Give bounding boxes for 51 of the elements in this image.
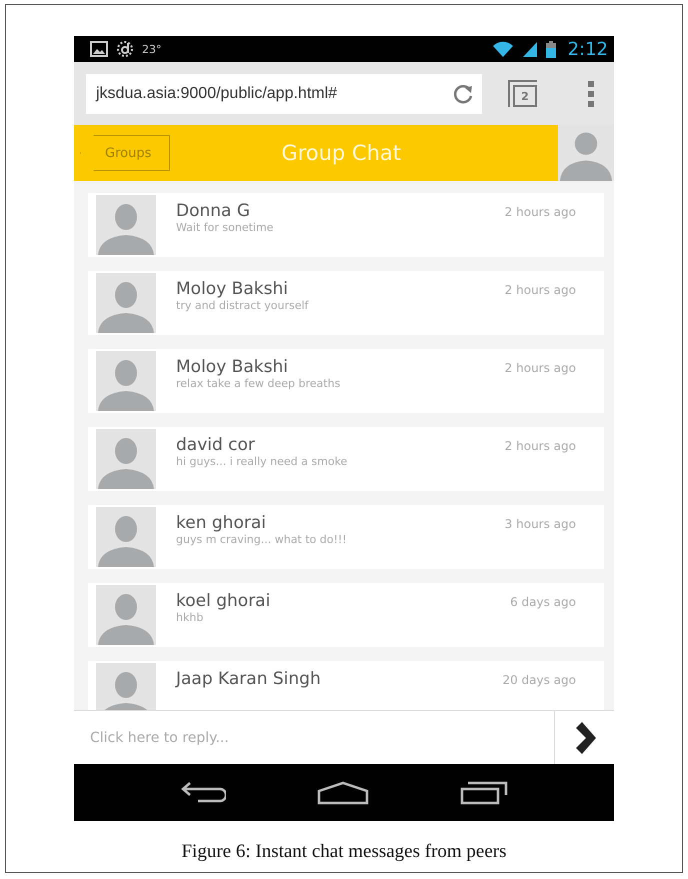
picture-icon <box>90 41 108 57</box>
chat-item[interactable]: Moloy Bakshi relax take a few deep breaths 2 hours ago <box>88 349 604 413</box>
message-time: 2 hours ago <box>504 204 576 219</box>
chat-item[interactable]: Jaap Karan Singh 20 days ago <box>88 661 604 710</box>
sender-name: david cor <box>176 435 256 455</box>
sync-icon <box>116 40 134 58</box>
sender-name: Donna G <box>176 201 252 221</box>
chat-item[interactable]: ken ghorai guys m craving... what to do!!! 3 hours ago <box>88 505 604 569</box>
wifi-icon <box>492 41 514 57</box>
message-text: hkhb <box>176 611 204 624</box>
send-button[interactable] <box>554 711 614 764</box>
reload-icon[interactable] <box>452 82 474 104</box>
header-title: Group Chat <box>280 141 402 165</box>
sender-name: Moloy Bakshi <box>176 357 289 377</box>
message-text: guys m craving... what to do!!! <box>176 533 348 546</box>
chat-item[interactable]: Donna G Wait for sonetime 2 hours ago <box>88 193 604 257</box>
temperature: 23° <box>142 42 162 56</box>
chat-item[interactable]: koel ghorai hkhb 6 days ago <box>88 583 604 647</box>
recents-icon[interactable] <box>460 780 508 804</box>
chat-item[interactable]: Moloy Bakshi try and distract yourself 2 hours ago <box>88 271 604 335</box>
home-icon[interactable] <box>316 780 369 804</box>
menu-icon[interactable] <box>587 80 595 106</box>
avatar-icon <box>96 429 156 489</box>
avatar-icon <box>96 273 156 333</box>
message-time: 2 hours ago <box>504 360 576 375</box>
message-time: 2 hours ago <box>504 282 576 297</box>
signal-icon <box>522 41 538 57</box>
message-time: 3 hours ago <box>504 516 576 531</box>
message-text: Wait for sonetime <box>176 221 274 234</box>
message-time: 6 days ago <box>510 594 576 609</box>
message-time: 2 hours ago <box>504 438 576 453</box>
figure-caption: Figure 6: Instant chat messages from peers <box>181 841 507 863</box>
avatar-icon <box>96 585 156 645</box>
back-icon[interactable] <box>180 780 226 804</box>
battery-icon <box>546 40 556 58</box>
message-text: try and distract yourself <box>176 299 310 312</box>
message-text: hi guys... i really need a smoke <box>176 455 348 468</box>
message-time: 20 days ago <box>502 672 576 687</box>
address-bar[interactable]: jksdua.asia:9000/public/app.html# <box>86 74 482 114</box>
reply-field[interactable]: Click here to reply... <box>74 711 554 764</box>
avatar-icon <box>96 507 156 567</box>
sender-name: Moloy Bakshi <box>176 279 289 299</box>
avatar-icon <box>96 195 156 255</box>
chat-item[interactable]: david cor hi guys... i really need a smoke 2 hours ago <box>88 427 604 491</box>
avatar-icon <box>96 351 156 411</box>
sender-name: koel ghorai <box>176 591 272 611</box>
clock: 2:12 <box>568 38 608 60</box>
chevron-icon <box>574 722 596 754</box>
sender-name: Jaap Karan Singh <box>176 669 322 689</box>
sender-name: ken ghorai <box>176 513 267 533</box>
message-text: relax take a few deep breaths <box>176 377 342 390</box>
